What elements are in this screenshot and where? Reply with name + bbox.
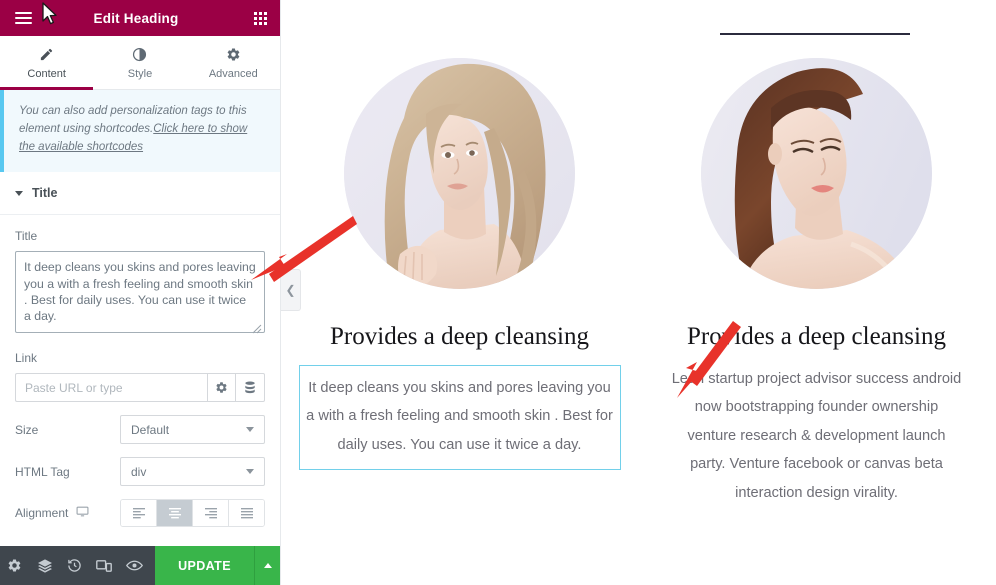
link-control: Link <box>0 338 280 403</box>
chevron-down-icon <box>15 190 23 196</box>
blonde-woman-portrait[interactable] <box>344 58 575 289</box>
alignment-button-group <box>120 499 265 528</box>
column-right-heading[interactable]: Provides a deep cleansing <box>687 323 946 351</box>
pencil-icon <box>39 45 54 63</box>
panel-footer-toolbar: UPDATE <box>0 546 280 585</box>
panel-tabs: Content Style Advanced <box>0 36 280 90</box>
personalization-notice: You can also add personalization tags to… <box>0 90 280 173</box>
hamburger-icon[interactable] <box>0 9 46 27</box>
align-left-button[interactable] <box>121 500 157 527</box>
title-field-label: Title <box>15 229 38 244</box>
database-icon[interactable] <box>236 373 265 403</box>
column-right-body[interactable]: Lean startup project advisor success and… <box>670 365 964 507</box>
title-textarea[interactable] <box>15 251 265 334</box>
align-right-button[interactable] <box>193 500 229 527</box>
size-select[interactable]: Default <box>120 415 265 445</box>
html-tag-field-label: HTML Tag <box>15 464 70 479</box>
size-field-label: Size <box>15 422 39 437</box>
selected-text-widget[interactable]: It deep cleans you skins and pores leavi… <box>298 365 621 471</box>
tab-advanced-label: Advanced <box>208 68 258 80</box>
chevron-left-icon: ❮ <box>285 283 296 297</box>
html-tag-select-value: div <box>131 464 147 479</box>
link-options-gear-icon[interactable] <box>207 373 236 403</box>
alignment-control: Alignment <box>0 486 280 528</box>
title-control: Title <box>0 215 280 338</box>
update-options-caret-icon[interactable] <box>253 546 280 585</box>
size-control: Size Default <box>0 402 280 445</box>
size-select-value: Default <box>131 422 170 437</box>
monitor-icon[interactable] <box>76 505 89 521</box>
gear-icon <box>226 45 241 63</box>
gear-icon[interactable] <box>0 546 30 585</box>
tab-style-label: Style <box>127 68 153 80</box>
column-right: Provides a deep cleansing Lean startup p… <box>638 58 995 507</box>
panel-header: Edit Heading <box>0 0 280 36</box>
column-left-heading[interactable]: Provides a deep cleansing <box>330 323 589 351</box>
responsive-icon[interactable] <box>90 546 120 585</box>
layers-icon[interactable] <box>30 546 60 585</box>
editor-panel: Edit Heading Content Style Advanced You … <box>0 0 281 585</box>
tab-advanced[interactable]: Advanced <box>187 36 280 89</box>
apps-grid-icon[interactable] <box>240 11 280 25</box>
panel-collapse-handle[interactable]: ❮ <box>281 269 301 311</box>
align-center-button[interactable] <box>157 500 193 527</box>
tab-content-label: Content <box>27 68 66 80</box>
brunette-woman-portrait[interactable] <box>701 58 932 289</box>
column-left-body: It deep cleans you skins and pores leavi… <box>306 380 613 453</box>
chevron-down-icon <box>246 469 254 475</box>
chevron-down-icon <box>246 427 254 433</box>
alignment-field-label: Alignment <box>15 505 120 521</box>
alignment-label-text: Alignment <box>15 506 69 521</box>
tab-content[interactable]: Content <box>0 36 94 90</box>
history-icon[interactable] <box>60 546 90 585</box>
column-left: Provides a deep cleansing It deep cleans… <box>281 58 638 507</box>
link-field-label: Link <box>15 351 38 366</box>
section-divider <box>720 33 910 35</box>
align-justify-button[interactable] <box>229 500 264 527</box>
elementor-editor-screen: Edit Heading Content Style Advanced You … <box>0 0 996 585</box>
section-title-label: Title <box>32 186 58 201</box>
preview-eye-icon[interactable] <box>119 546 149 585</box>
html-tag-select[interactable]: div <box>120 457 265 487</box>
page-canvas: Provides a deep cleansing It deep cleans… <box>281 0 996 585</box>
section-header-title[interactable]: Title <box>0 172 280 216</box>
tab-style[interactable]: Style <box>93 36 186 89</box>
two-column-layout: Provides a deep cleansing It deep cleans… <box>281 58 996 507</box>
contrast-circle-icon <box>132 45 147 63</box>
html-tag-control: HTML Tag div <box>0 444 280 487</box>
link-input[interactable] <box>15 373 207 403</box>
update-button[interactable]: UPDATE <box>155 546 254 585</box>
page-title: Edit Heading <box>93 10 179 26</box>
